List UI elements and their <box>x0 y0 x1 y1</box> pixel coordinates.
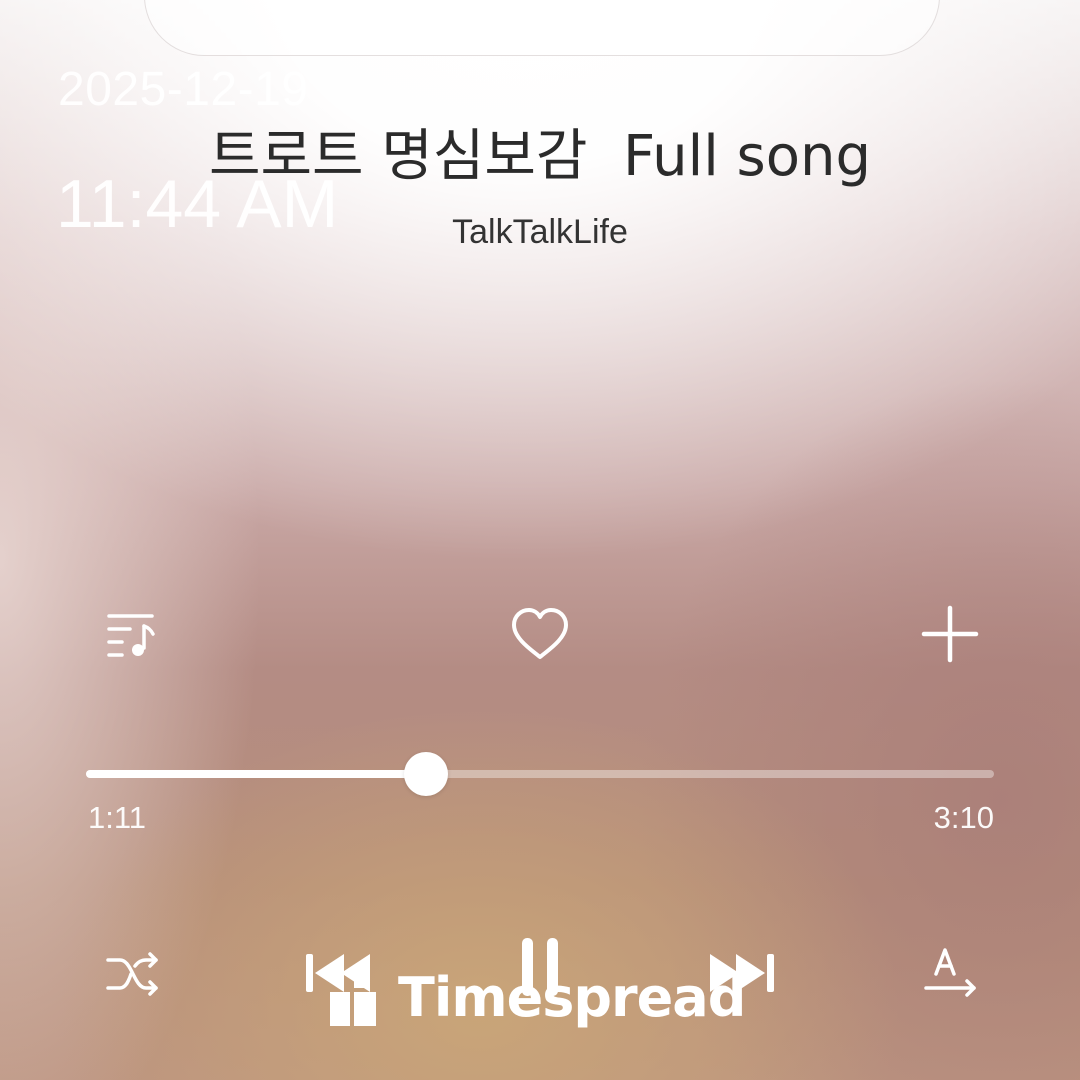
shuffle-icon <box>106 952 158 996</box>
watermark: Timespread <box>330 966 746 1030</box>
shuffle-button[interactable] <box>96 938 168 1010</box>
add-to-playlist-button[interactable] <box>916 600 984 668</box>
favorite-button[interactable] <box>506 600 574 668</box>
time-overlay: 11:44 AM <box>56 166 339 242</box>
queue-button[interactable] <box>96 600 164 668</box>
timespread-logo-icon <box>330 974 376 1026</box>
heart-outline-icon <box>512 608 568 659</box>
seek-bar[interactable] <box>86 748 994 800</box>
elapsed-time: 1:11 <box>88 800 147 835</box>
plus-icon <box>921 605 979 663</box>
top-card-edge <box>144 0 940 56</box>
queue-music-icon <box>107 614 155 657</box>
lyrics-button[interactable] <box>914 938 986 1010</box>
seek-thumb[interactable] <box>403 752 448 796</box>
lyrics-translate-icon <box>924 948 976 997</box>
watermark-text: Timespread <box>398 966 746 1029</box>
seek-fill <box>86 770 426 778</box>
total-duration: 3:10 <box>933 800 994 835</box>
date-overlay: 2025-12-19 <box>58 63 309 116</box>
